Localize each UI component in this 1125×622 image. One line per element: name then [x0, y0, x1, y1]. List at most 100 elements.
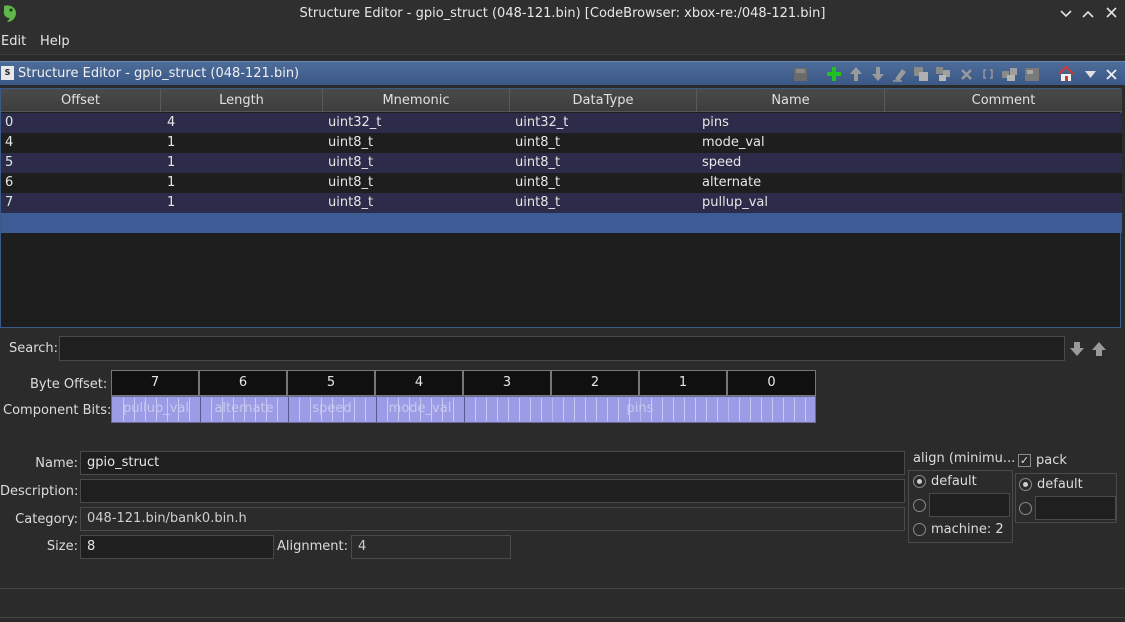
show-in-data-type-manager-button[interactable]: [1057, 65, 1075, 83]
maximize-button[interactable]: [1078, 4, 1098, 24]
table-row[interactable]: 5 1 uint8_t uint8_t speed: [1, 153, 1122, 173]
delete-component-button[interactable]: [957, 65, 975, 83]
column-header-comment[interactable]: Comment: [885, 89, 1122, 112]
chevron-up-icon: [1082, 10, 1094, 18]
cell-name[interactable]: pins: [702, 115, 729, 130]
component-bits-label: Component Bits:: [3, 403, 112, 418]
align-machine-label: machine: 2: [931, 522, 1004, 537]
cell-datatype[interactable]: uint32_t: [515, 115, 568, 130]
column-header-length[interactable]: Length: [161, 89, 323, 112]
align-custom-radio[interactable]: [913, 499, 926, 512]
cell-offset[interactable]: 5: [5, 155, 13, 170]
move-down-button[interactable]: [869, 65, 887, 83]
bit-field-alternate[interactable]: alternate: [200, 401, 288, 416]
table-row[interactable]: 6 1 uint8_t uint8_t alternate: [1, 173, 1122, 193]
cell-name[interactable]: alternate: [702, 175, 761, 190]
size-input[interactable]: 8: [80, 535, 274, 559]
byte-offset-cell: 4: [375, 370, 463, 396]
cell-offset[interactable]: 6: [5, 175, 13, 190]
status-divider: [0, 617, 1125, 622]
cell-length[interactable]: 1: [167, 135, 175, 150]
clear-component-button[interactable]: [891, 65, 909, 83]
cell-datatype[interactable]: uint8_t: [515, 195, 560, 210]
table-row-selected-empty[interactable]: [1, 213, 1122, 233]
duplicate-icon: [914, 67, 928, 81]
search-input[interactable]: [59, 336, 1065, 361]
cell-datatype[interactable]: uint8_t: [515, 135, 560, 150]
pack-default-radio[interactable]: [1019, 478, 1032, 491]
close-panel-button[interactable]: [1102, 65, 1120, 83]
pack-checkbox[interactable]: ✓: [1018, 454, 1031, 467]
bit-field-pins[interactable]: pins: [464, 401, 816, 416]
dropdown-arrow-icon: [1084, 70, 1096, 78]
move-up-button[interactable]: [847, 65, 865, 83]
duplicate-multiple-icon: [936, 67, 950, 81]
byte-offset-cell: 2: [551, 370, 639, 396]
cell-mnemonic[interactable]: uint32_t: [328, 115, 381, 130]
bit-field-speed[interactable]: speed: [288, 401, 376, 416]
cell-mnemonic[interactable]: uint8_t: [328, 155, 373, 170]
cell-datatype[interactable]: uint8_t: [515, 175, 560, 190]
menu-edit[interactable]: Edit: [1, 34, 26, 49]
pack-label: pack: [1036, 453, 1067, 468]
minimize-button[interactable]: [1056, 4, 1076, 24]
arrow-down-icon: [872, 67, 884, 81]
name-input[interactable]: gpio_struct: [80, 451, 905, 475]
cell-offset[interactable]: 0: [5, 115, 13, 130]
align-machine-radio[interactable]: [913, 523, 926, 536]
column-header-name[interactable]: Name: [697, 89, 885, 112]
menu-help[interactable]: Help: [40, 34, 70, 49]
search-label: Search:: [9, 341, 59, 356]
cell-length[interactable]: 1: [167, 155, 175, 170]
cell-name[interactable]: speed: [702, 155, 741, 170]
search-next-button[interactable]: [1068, 340, 1086, 358]
duplicate-multiple-button[interactable]: [934, 65, 952, 83]
category-label: Category:: [15, 512, 78, 527]
column-header-mnemonic[interactable]: Mnemonic: [323, 89, 510, 112]
cell-offset[interactable]: 4: [5, 135, 13, 150]
byte-offset-cell: 6: [199, 370, 287, 396]
bit-field-mode-val[interactable]: mode_val: [376, 401, 464, 416]
insert-component-button[interactable]: [825, 65, 843, 83]
cell-length[interactable]: 1: [167, 195, 175, 210]
cell-datatype[interactable]: uint8_t: [515, 155, 560, 170]
pack-custom-input[interactable]: [1035, 496, 1116, 520]
cell-offset[interactable]: 7: [5, 195, 13, 210]
table-row[interactable]: 0 4 uint32_t uint32_t pins: [1, 113, 1122, 133]
column-header-datatype[interactable]: DataType: [510, 89, 697, 112]
create-array-button[interactable]: [979, 65, 997, 83]
close-icon: [1105, 68, 1117, 80]
close-icon: [1105, 7, 1117, 18]
delete-icon: [960, 68, 972, 80]
column-header-offset[interactable]: Offset: [1, 89, 161, 112]
close-window-button[interactable]: [1101, 4, 1121, 24]
table-row[interactable]: 4 1 uint8_t uint8_t mode_val: [1, 133, 1122, 153]
byte-offset-cell: 0: [727, 370, 816, 396]
panel-menu-button[interactable]: [1081, 65, 1099, 83]
category-field: 048-121.bin/bank0.bin.h: [80, 507, 905, 531]
duplicate-component-button[interactable]: [912, 65, 930, 83]
cell-length[interactable]: 4: [167, 115, 175, 130]
eraser-icon: [893, 69, 906, 82]
cell-name[interactable]: mode_val: [702, 135, 765, 150]
byte-offset-label: Byte Offset:: [30, 377, 108, 392]
align-custom-input[interactable]: [929, 493, 1010, 517]
align-default-radio[interactable]: [913, 475, 926, 488]
bit-field-pullup-val[interactable]: pullup_val: [112, 401, 200, 416]
unpackage-button[interactable]: [1000, 65, 1018, 83]
component-bits-bar[interactable]: pullup_val alternate speed mode_val pins: [111, 396, 816, 423]
description-input[interactable]: [80, 479, 905, 503]
cell-mnemonic[interactable]: uint8_t: [328, 195, 373, 210]
components-table[interactable]: Offset Length Mnemonic DataType Name Com…: [0, 88, 1122, 328]
byte-offset-cell: 7: [111, 370, 199, 396]
apply-button[interactable]: [791, 65, 809, 83]
pack-custom-radio[interactable]: [1019, 502, 1032, 515]
search-previous-button[interactable]: [1090, 340, 1108, 358]
table-row[interactable]: 7 1 uint8_t uint8_t pullup_val: [1, 193, 1122, 213]
cell-mnemonic[interactable]: uint8_t: [328, 135, 373, 150]
byte-offset-cell: 3: [463, 370, 551, 396]
cell-mnemonic[interactable]: uint8_t: [328, 175, 373, 190]
edit-component-button[interactable]: [1023, 65, 1041, 83]
cell-length[interactable]: 1: [167, 175, 175, 190]
cell-name[interactable]: pullup_val: [702, 195, 768, 210]
